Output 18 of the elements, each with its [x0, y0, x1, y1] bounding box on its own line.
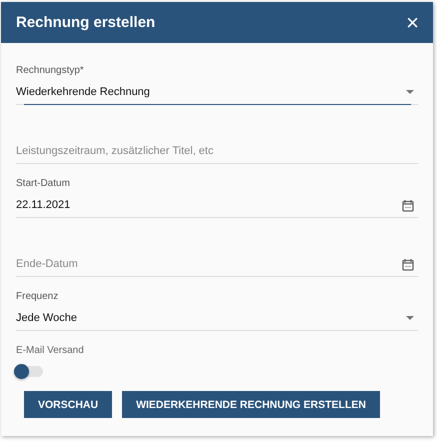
calendar-icon[interactable]	[402, 198, 414, 212]
field-label: Rechnungstyp*	[16, 65, 85, 76]
dropdown-field[interactable]: Wiederkehrende Rechnung	[16, 82, 418, 105]
toggle-label: E-Mail Versand	[16, 345, 85, 356]
dropdown-caret-icon[interactable]	[406, 90, 414, 94]
toggle-switch[interactable]	[16, 366, 43, 377]
action-button[interactable]: VORSCHAU	[24, 391, 112, 418]
dropdown-field[interactable]: Jede Woche	[16, 308, 418, 331]
field-label: Start-Datum	[16, 178, 71, 189]
close-button[interactable]: ×	[406, 12, 419, 34]
field-value: 22.11.2021	[16, 199, 70, 211]
action-button[interactable]: WIEDERKEHRENDE RECHNUNG ERSTELLEN	[122, 391, 380, 418]
calendar-icon[interactable]	[402, 258, 414, 270]
dialog-title: Rechnung erstellen	[16, 14, 156, 31]
field-label: Frequenz	[16, 291, 60, 302]
dropdown-caret-icon[interactable]	[406, 316, 414, 320]
input-field[interactable]: Ende-Datum	[16, 258, 402, 270]
input-field[interactable]: Leistungszeitraum, zusätzlicher Titel, etc	[16, 145, 414, 157]
